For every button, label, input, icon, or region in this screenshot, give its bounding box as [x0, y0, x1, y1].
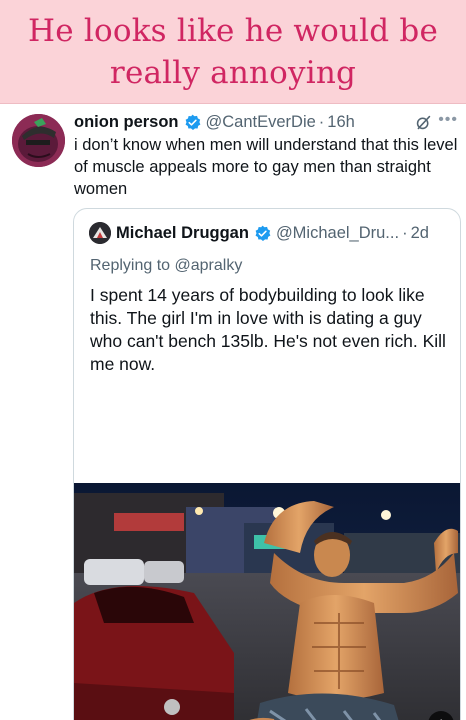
quote-author-handle[interactable]: @Michael_Dru...	[276, 224, 399, 243]
caption-line-2: really annoying	[109, 54, 357, 91]
quote-header: Michael Druggan @Michael_Dru... · 2d	[116, 221, 450, 245]
verified-badge-icon	[255, 225, 271, 241]
replying-prefix: Replying to	[90, 257, 175, 274]
verified-badge-icon	[185, 114, 200, 130]
quote-tweet-card[interactable]: Michael Druggan @Michael_Dru... · 2d Rep…	[73, 208, 461, 720]
quote-separator-dot: ·	[402, 223, 408, 242]
separator-dot: ·	[318, 112, 325, 131]
replying-handle[interactable]: @apralky	[175, 257, 243, 274]
quote-avatar-image	[89, 222, 111, 244]
tweet[interactable]: onion person @CantEverDie · 16h ••• i do…	[0, 104, 466, 720]
author-name[interactable]: onion person	[74, 113, 179, 132]
caption-banner: He looks like he would be really annoyin…	[0, 0, 466, 104]
quote-author-name[interactable]: Michael Druggan	[116, 224, 249, 243]
quote-media-video[interactable]	[74, 483, 460, 720]
replying-to: Replying to @apralky	[90, 257, 242, 275]
tweet-text: i don’t know when men will understand th…	[74, 136, 458, 198]
tweet-header: onion person @CantEverDie · 16h •••	[74, 110, 458, 134]
author-handle[interactable]: @CantEverDie	[206, 113, 316, 132]
video-frame	[74, 483, 460, 720]
quote-timestamp[interactable]: 2d	[411, 224, 429, 243]
avatar[interactable]	[12, 114, 65, 167]
avatar-image	[12, 114, 65, 167]
more-icon[interactable]: •••	[438, 111, 458, 129]
quote-text: I spent 14 years of bodybuilding to look…	[90, 285, 446, 374]
caption-line-1: He looks like he would be	[28, 12, 438, 49]
timestamp[interactable]: 16h	[327, 113, 355, 132]
quote-avatar[interactable]	[89, 222, 111, 244]
grok-icon[interactable]	[415, 114, 432, 131]
